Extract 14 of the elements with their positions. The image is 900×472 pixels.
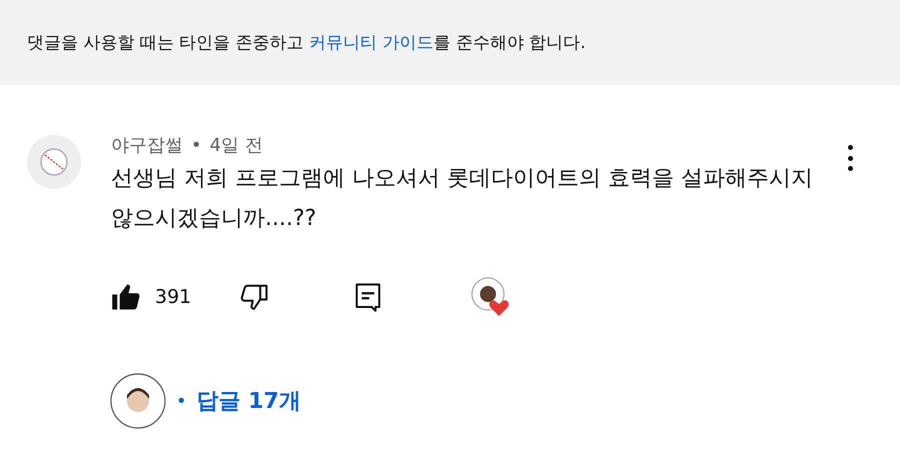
- avatar-icon: [110, 373, 166, 429]
- author-name[interactable]: 야구잡썰: [111, 133, 183, 157]
- thumbs-down-icon[interactable]: [239, 282, 270, 312]
- separator-dot: •: [191, 134, 202, 156]
- guide-link[interactable]: 커뮤니티 가이드: [309, 33, 434, 53]
- replies-link[interactable]: 답글 17개: [196, 386, 301, 416]
- reply-icon[interactable]: [353, 282, 384, 312]
- notice-text: 댓글을 사용할 때는 타인을 존중하고 커뮤니티 가이드를 준수해야 합니다.: [27, 32, 586, 54]
- like-count: 391: [155, 286, 192, 308]
- comment-text: 선생님 저희 프로그램에 나오셔서 롯데다이어트의 효력을 설파해주시지 않으시겠습니까....??: [111, 165, 814, 233]
- separator-dot: •: [176, 390, 187, 412]
- comment-time: 4일 전: [210, 134, 263, 157]
- more-menu-icon[interactable]: [847, 145, 853, 171]
- thumbs-up-icon[interactable]: [111, 282, 141, 312]
